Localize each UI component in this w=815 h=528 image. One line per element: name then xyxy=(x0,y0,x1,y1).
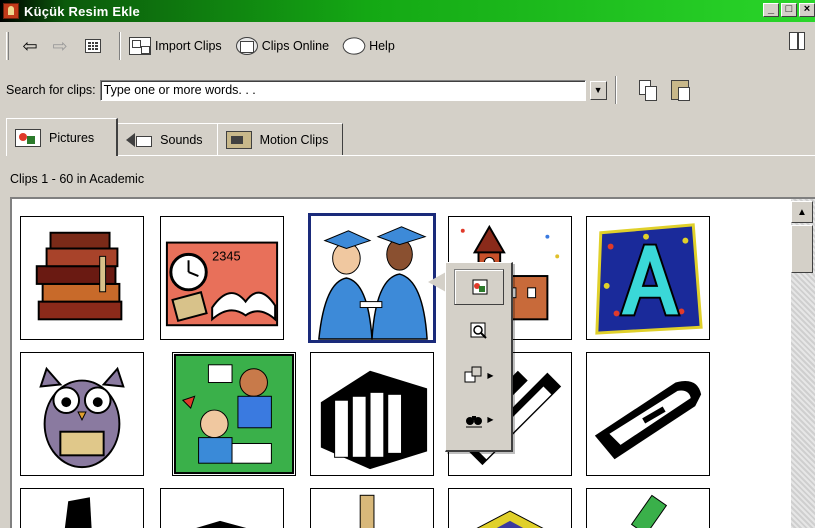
help-button[interactable]: Help xyxy=(340,33,395,59)
clip-clock-book[interactable]: 2345 xyxy=(160,216,284,340)
stapler-icon xyxy=(594,381,702,460)
minimize-button[interactable]: _ xyxy=(763,3,779,17)
clip-books-stack[interactable] xyxy=(20,216,144,340)
clip-row3-1[interactable] xyxy=(20,488,144,528)
title-bar[interactable]: Küçük Resim Ekle _ □ × xyxy=(0,0,815,22)
clip-partial-icon xyxy=(196,520,247,528)
app-icon xyxy=(3,3,19,19)
tab-pictures-label: Pictures xyxy=(49,130,95,145)
clip-partial-icon xyxy=(476,510,544,528)
paste-icon[interactable] xyxy=(670,80,690,101)
preview-clip-icon xyxy=(470,322,487,339)
search-input[interactable]: Type one or more words. . . xyxy=(99,79,586,101)
clip-partial-icon xyxy=(359,494,375,528)
clip-row3-5[interactable] xyxy=(586,488,710,528)
insert-clip-icon xyxy=(472,279,488,295)
status-text: Clips 1 - 60 in Academic xyxy=(10,172,145,186)
tab-sounds[interactable]: Sounds xyxy=(117,123,218,156)
chevron-up-icon: ▲ xyxy=(797,206,807,218)
help-icon xyxy=(340,33,368,59)
import-clips-icon xyxy=(129,37,151,55)
toolbar-separator xyxy=(119,32,121,60)
graduates-icon xyxy=(311,217,433,340)
sounds-icon xyxy=(126,131,153,149)
clips-online-label: Clips Online xyxy=(261,39,330,53)
motion-clips-icon xyxy=(225,131,252,149)
scroll-up-button[interactable]: ▲ xyxy=(791,201,813,223)
clip-popup-menu: ▶ ▶ xyxy=(445,262,513,452)
clip-children-studying[interactable] xyxy=(172,352,296,476)
clip-row3-3[interactable] xyxy=(310,488,434,528)
back-arrow-icon: ⇦ xyxy=(22,35,38,56)
search-label: Search for clips: xyxy=(6,83,96,97)
clip-partial-icon xyxy=(630,494,668,528)
clip-row3-4[interactable] xyxy=(448,488,572,528)
search-bar: Search for clips: Type one or more words… xyxy=(0,72,815,108)
close-button[interactable]: × xyxy=(799,3,815,17)
books-stack-icon xyxy=(35,231,123,321)
clip-letter-a[interactable] xyxy=(586,216,710,340)
owl-reading-icon xyxy=(39,366,125,469)
tab-strip: Pictures Sounds Motion Clips xyxy=(6,118,344,156)
tab-panel-edge xyxy=(6,155,815,156)
children-studying-icon xyxy=(173,353,295,475)
change-view-button[interactable] xyxy=(85,39,101,53)
add-to-category-button[interactable]: ▶ xyxy=(454,357,504,393)
forward-button[interactable]: ⇨ xyxy=(45,32,75,60)
tab-motion-clips[interactable]: Motion Clips xyxy=(216,123,344,156)
back-button[interactable]: ⇦ xyxy=(15,32,45,60)
help-label: Help xyxy=(369,39,395,53)
submenu-arrow-icon: ▶ xyxy=(487,414,494,424)
tab-pictures[interactable]: Pictures xyxy=(6,118,119,156)
window-controls: _ □ × xyxy=(763,3,815,17)
clip-gallery-window: Küçük Resim Ekle _ □ × ⇦ ⇨ Import Clips … xyxy=(0,0,815,528)
main-toolbar: ⇦ ⇨ Import Clips Clips Online Help xyxy=(0,24,815,68)
clips-online-icon xyxy=(235,37,258,55)
vertical-scrollbar[interactable]: ▲ xyxy=(791,199,815,528)
binders-icon xyxy=(320,370,428,470)
clip-stapler[interactable] xyxy=(586,352,710,476)
insert-clip-button[interactable] xyxy=(454,269,504,305)
search-dropdown-button[interactable]: ▼ xyxy=(589,80,607,100)
clip-row3-2[interactable] xyxy=(160,488,284,528)
pictures-icon xyxy=(15,128,41,147)
tab-sounds-label: Sounds xyxy=(160,133,203,147)
window-title: Küçük Resim Ekle xyxy=(24,3,140,19)
letter-a-icon xyxy=(595,223,703,335)
clip-owl-reading[interactable] xyxy=(20,352,144,476)
import-clips-label: Import Clips xyxy=(155,39,222,53)
maximize-button[interactable]: □ xyxy=(781,3,797,17)
clock-book-icon: 2345 xyxy=(165,241,279,327)
svg-text:2345: 2345 xyxy=(212,248,240,263)
add-to-category-icon xyxy=(464,366,482,383)
search-separator xyxy=(614,76,617,104)
copy-icon[interactable] xyxy=(638,80,657,101)
submenu-arrow-icon: ▶ xyxy=(487,370,494,380)
clip-binders[interactable] xyxy=(310,352,434,476)
clip-partial-icon xyxy=(64,497,92,528)
clips-online-button[interactable]: Clips Online xyxy=(235,37,330,55)
clip-graduates[interactable] xyxy=(308,213,436,343)
find-similar-icon xyxy=(466,416,483,428)
toolbar-grip[interactable] xyxy=(6,32,9,60)
pane-toggle-icon[interactable] xyxy=(789,32,805,50)
popup-pointer xyxy=(428,272,446,292)
forward-arrow-icon: ⇨ xyxy=(52,35,68,56)
preview-clip-button[interactable] xyxy=(454,313,504,349)
scroll-thumb[interactable] xyxy=(791,225,813,273)
find-similar-button[interactable]: ▶ xyxy=(454,401,504,437)
chevron-down-icon: ▼ xyxy=(593,85,603,95)
tab-motion-clips-label: Motion Clips xyxy=(259,133,329,147)
import-clips-button[interactable]: Import Clips xyxy=(129,37,222,55)
